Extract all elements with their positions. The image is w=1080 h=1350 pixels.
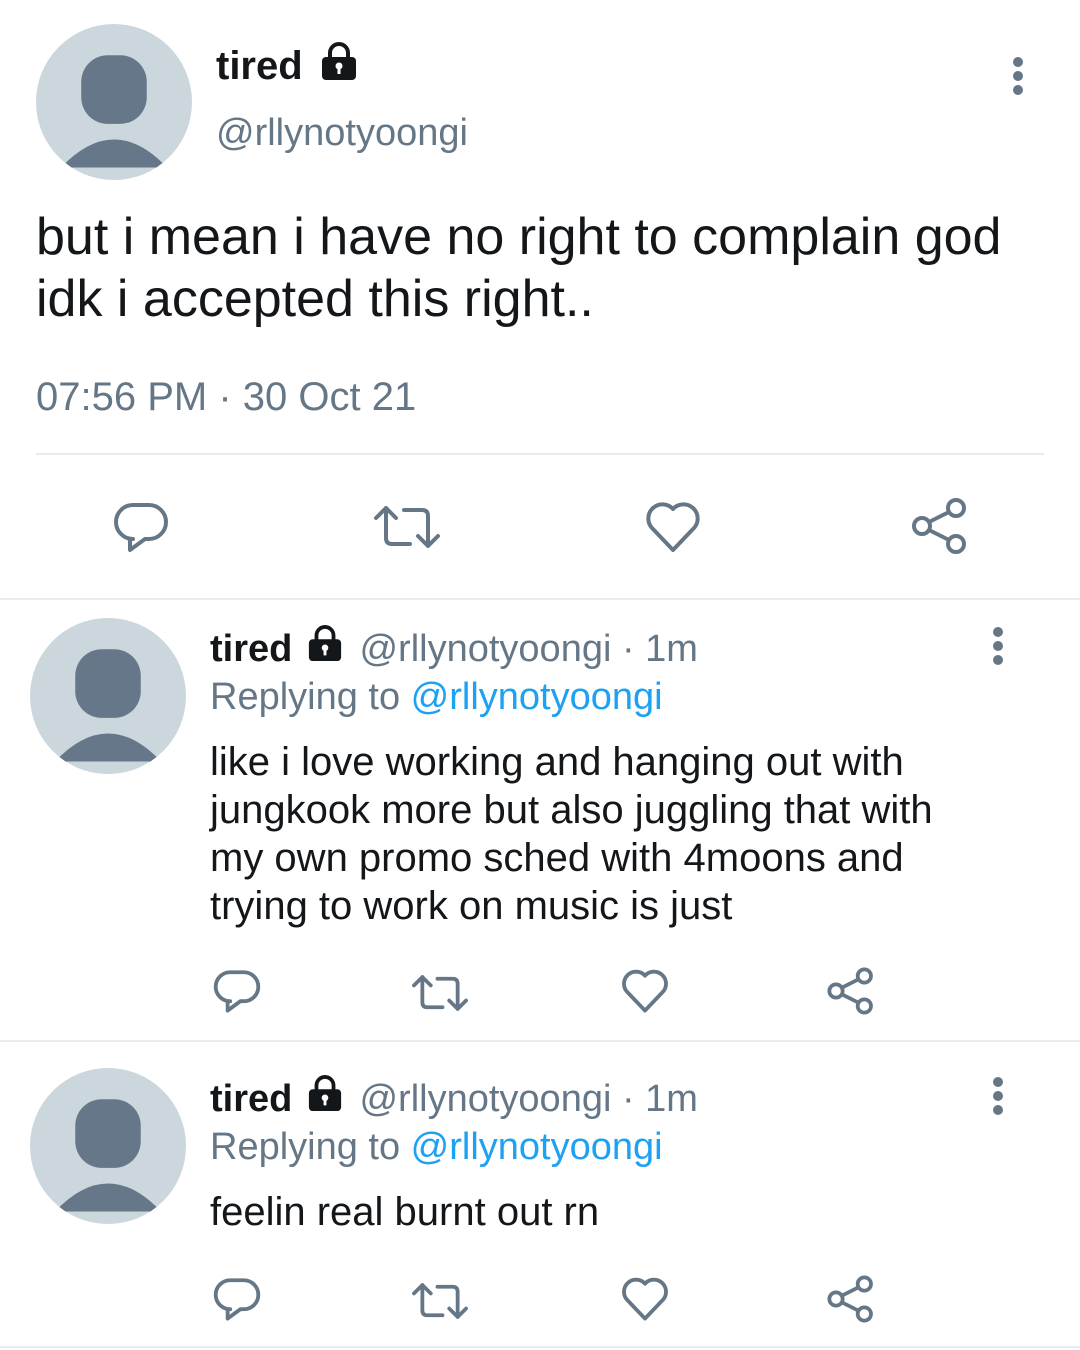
avatar-placeholder (54, 649, 162, 762)
reply-icon[interactable] (212, 1276, 262, 1322)
tweet-text-line: idk i accepted this right.. (36, 270, 594, 328)
reply-text-line: trying to work on music is just (210, 884, 733, 928)
reply-text-line: like i love working and hanging out with (210, 740, 904, 784)
more-options-icon[interactable] (986, 1076, 1010, 1116)
lock-icon (320, 41, 358, 95)
display-name[interactable]: tired (210, 1078, 292, 1120)
handle[interactable]: @rllynotyoongi (216, 108, 468, 158)
avatar-placeholder (60, 55, 168, 168)
like-icon[interactable] (620, 1276, 670, 1322)
share-icon[interactable] (826, 966, 876, 1016)
replying-to: Replying to @rllynotyoongi (210, 672, 663, 722)
stats-divider (36, 453, 1044, 455)
replying-to-link[interactable]: @rllynotyoongi (411, 676, 663, 718)
like-icon[interactable] (644, 500, 702, 554)
reply-icon[interactable] (212, 968, 262, 1014)
reply-header: tired @rllynotyoongi · 1m (210, 1074, 698, 1126)
replying-to-label: Replying to (210, 1126, 411, 1168)
display-name[interactable]: tired (210, 628, 292, 670)
section-divider (0, 598, 1080, 600)
retweet-icon[interactable] (410, 972, 470, 1014)
avatar[interactable] (30, 1068, 186, 1224)
reply-header: tired @rllynotyoongi · 1m (210, 624, 698, 676)
avatar-placeholder (54, 1099, 162, 1212)
lock-icon (307, 625, 343, 676)
retweet-icon[interactable] (372, 502, 442, 552)
handle-time[interactable]: @rllynotyoongi · 1m (359, 1078, 697, 1120)
display-name: tired (216, 44, 303, 88)
replying-to-link[interactable]: @rllynotyoongi (411, 1126, 663, 1168)
section-divider (0, 1040, 1080, 1042)
like-icon[interactable] (620, 968, 670, 1014)
reply-text: feelin real burnt out rn (210, 1188, 599, 1236)
retweet-icon[interactable] (410, 1280, 470, 1322)
reply-icon[interactable] (112, 500, 170, 554)
reply-text-line: jungkook more but also juggling that wit… (210, 788, 933, 832)
section-divider (0, 1346, 1080, 1348)
reply-text: like i love working and hanging out with… (210, 738, 933, 930)
author-name-row[interactable]: tired (216, 40, 358, 95)
avatar[interactable] (30, 618, 186, 774)
tweet-text: but i mean i have no right to complain g… (36, 206, 1001, 330)
share-icon[interactable] (826, 1274, 876, 1324)
more-options-icon[interactable] (986, 626, 1010, 666)
reply-text-line: feelin real burnt out rn (210, 1190, 600, 1234)
tweet-text-line: but i mean i have no right to complain g… (36, 208, 1002, 266)
handle-time[interactable]: @rllynotyoongi · 1m (359, 628, 697, 670)
replying-to-label: Replying to (210, 676, 411, 718)
avatar[interactable] (36, 24, 192, 180)
reply-text-line: my own promo sched with 4moons and (210, 836, 904, 880)
more-options-icon[interactable] (1006, 56, 1030, 96)
share-icon[interactable] (910, 496, 970, 556)
replying-to: Replying to @rllynotyoongi (210, 1122, 663, 1172)
lock-icon (307, 1075, 343, 1126)
timestamp[interactable]: 07:56 PM · 30 Oct 21 (36, 372, 416, 422)
